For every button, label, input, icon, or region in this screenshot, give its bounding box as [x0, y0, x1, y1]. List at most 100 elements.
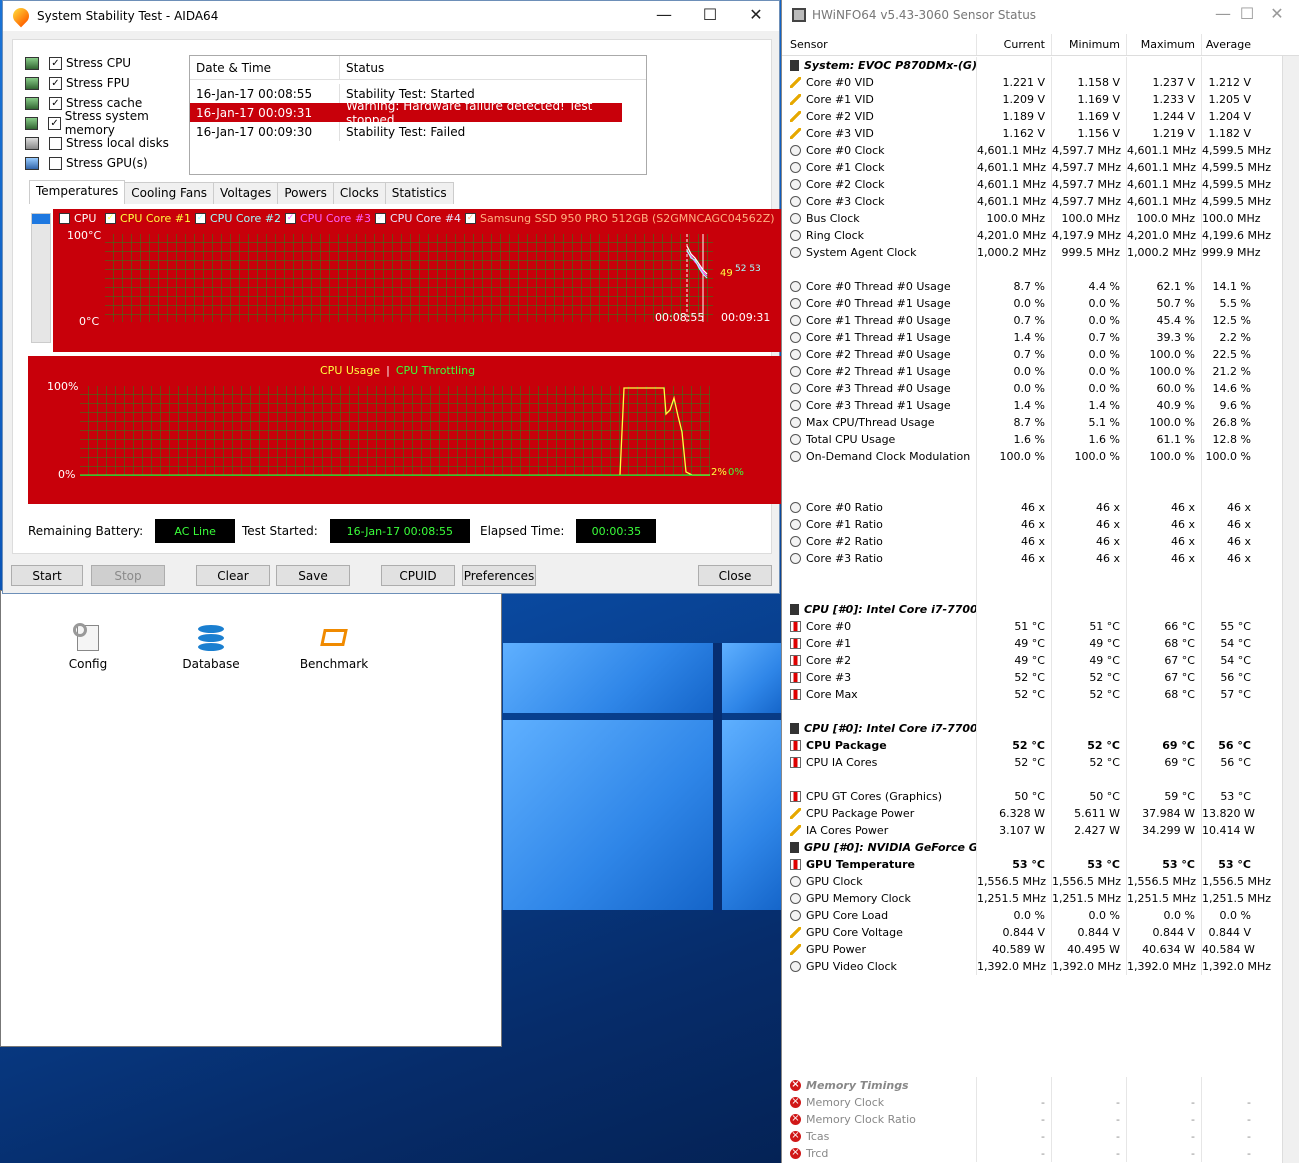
desktop-icon-benchmark[interactable]: Benchmark	[289, 623, 379, 671]
sensor-row[interactable]: Core #1 Thread #1 Usage 1.4 % 0.7 % 39.3 % 2…	[782, 329, 1299, 346]
legend-core4[interactable]: ✓ CPU Core #4	[375, 212, 461, 225]
clear-button[interactable]: Clear	[196, 565, 270, 586]
cpuid-button[interactable]: CPUID	[381, 565, 455, 586]
legend-ssd[interactable]: ✓ Samsung SSD 950 PRO 512GB (S2GMNCAGC045…	[465, 212, 775, 225]
checkbox[interactable]	[49, 156, 62, 170]
sensor-row[interactable]: GPU Core Voltage 0.844 V 0.844 V 0.844 V 0.8…	[782, 924, 1299, 941]
sensor-row[interactable]: On-Demand Clock Modulation 100.0 % 100.0 %…	[782, 448, 1299, 465]
sensor-row[interactable]: IA Cores Power 3.107 W 2.427 W 34.299 W 10.4…	[782, 822, 1299, 839]
preferences-button[interactable]: Preferences	[462, 565, 536, 586]
sensor-row[interactable]: Core #3 Ratio 46 x 46 x 46 x 46 x	[782, 550, 1299, 567]
legend-core1[interactable]: ✓ CPU Core #1	[105, 212, 191, 225]
sensor-row[interactable]: Core #2 Clock 4,601.1 MHz 4,597.7 MHz 4,601…	[782, 176, 1299, 193]
desktop-icon-config[interactable]: Config	[43, 623, 133, 671]
sensor-row[interactable]: Ring Clock 4,201.0 MHz 4,197.9 MHz 4,201.0 …	[782, 227, 1299, 244]
stress-cpu-option[interactable]: ✓ Stress CPU	[25, 54, 195, 72]
sensor-row[interactable]: Core #1 Clock 4,601.1 MHz 4,597.7 MHz 4,601…	[782, 159, 1299, 176]
col-current[interactable]: Current	[976, 34, 1051, 55]
tab-cooling-fans[interactable]: Cooling Fans	[124, 182, 215, 204]
legend-core3[interactable]: ✓ CPU Core #3	[285, 212, 371, 225]
checkbox[interactable]: ✓	[48, 116, 61, 130]
sensor-row[interactable]: Core #0 Clock 4,601.1 MHz 4,597.7 MHz 4,601…	[782, 142, 1299, 159]
sensor-row[interactable]: GPU Video Clock 1,392.0 MHz 1,392.0 MHz 1,3…	[782, 958, 1299, 975]
sensor-row[interactable]: Core #3 Thread #0 Usage 0.0 % 0.0 % 60.0 % 1…	[782, 380, 1299, 397]
sensor-row[interactable]: Core #2 Thread #1 Usage 0.0 % 0.0 % 100.0 %…	[782, 363, 1299, 380]
legend-cpu[interactable]: ✓ CPU	[59, 212, 96, 225]
stress-disks-option[interactable]: Stress local disks	[25, 134, 195, 152]
sensor-row[interactable]: Core #0 51 °C 51 °C 66 °C 55 °C	[782, 618, 1299, 635]
sensor-row[interactable]: Max CPU/Thread Usage 8.7 % 5.1 % 100.0 % 26.…	[782, 414, 1299, 431]
desktop-icon-database[interactable]: Database	[166, 623, 256, 671]
sensor-row[interactable]: GPU Temperature 53 °C 53 °C 53 °C 53 °C	[782, 856, 1299, 873]
sensor-row[interactable]: Core #3 52 °C 52 °C 67 °C 56 °C	[782, 669, 1299, 686]
stress-memory-option[interactable]: ✓ Stress system memory	[25, 109, 195, 137]
sensor-row[interactable]: GPU Core Load 0.0 % 0.0 % 0.0 % 0.0 %	[782, 907, 1299, 924]
sensor-row[interactable]: Tcas----	[782, 1128, 1299, 1145]
sensor-row[interactable]: Core #0 Ratio 46 x 46 x 46 x 46 x	[782, 499, 1299, 516]
checkbox[interactable]	[49, 136, 62, 150]
sensor-row[interactable]: Core #3 VID 1.162 V 1.156 V 1.219 V 1.182 V	[782, 125, 1299, 142]
sensor-row[interactable]: Core #3 Thread #1 Usage 1.4 % 1.4 % 40.9 % 9…	[782, 397, 1299, 414]
sensor-row[interactable]: GPU Memory Clock 1,251.5 MHz 1,251.5 MHz 1,…	[782, 890, 1299, 907]
sensor-row[interactable]: Core #3 Clock 4,601.1 MHz 4,597.7 MHz 4,601…	[782, 193, 1299, 210]
col-maximum[interactable]: Maximum	[1126, 34, 1201, 55]
tab-powers[interactable]: Powers	[277, 182, 334, 204]
log-row-selected[interactable]: 16-Jan-17 00:09:31 Warning: Hardware fai…	[190, 99, 622, 127]
start-button[interactable]: Start	[11, 565, 83, 586]
tab-temperatures[interactable]: Temperatures	[29, 180, 126, 204]
sensor-group-header[interactable]: CPU [#0]: Intel Core i7-7700K	[782, 720, 1299, 737]
sensor-row[interactable]: Core #2 49 °C 49 °C 67 °C 54 °C	[782, 652, 1299, 669]
col-average[interactable]: Average	[1201, 34, 1275, 55]
sensor-row[interactable]: Core #0 Thread #1 Usage 0.0 % 0.0 % 50.7 % 5…	[782, 295, 1299, 312]
sensor-row[interactable]: Trcd----	[782, 1145, 1299, 1162]
maximize-icon[interactable]: ☐	[687, 1, 733, 31]
sensor-row[interactable]: Total CPU Usage 1.6 % 1.6 % 61.1 % 12.8 %	[782, 431, 1299, 448]
log-row[interactable]: 16-Jan-17 00:09:30 Stability Test: Faile…	[190, 122, 646, 141]
sensor-row[interactable]: Core #2 VID 1.189 V 1.169 V 1.244 V 1.204 V	[782, 108, 1299, 125]
tab-voltages[interactable]: Voltages	[213, 182, 279, 204]
col-minimum[interactable]: Minimum	[1051, 34, 1126, 55]
sensor-row[interactable]: Core #1 VID 1.209 V 1.169 V 1.233 V 1.205 V	[782, 91, 1299, 108]
close-button[interactable]: Close	[698, 565, 772, 586]
sensor-row[interactable]: Memory Clock----	[782, 1094, 1299, 1111]
checkbox[interactable]: ✓	[49, 76, 62, 90]
close-icon[interactable]: ✕	[1254, 0, 1299, 30]
sensor-row[interactable]: GPU Power 40.589 W 40.495 W 40.634 W 40.584 …	[782, 941, 1299, 958]
status-log[interactable]: Date & Time Status 16-Jan-17 00:08:55 St…	[189, 55, 647, 175]
tab-clocks[interactable]: Clocks	[332, 182, 386, 204]
sensor-group-header[interactable]: System: EVOC P870DMx-(G)	[782, 57, 1299, 74]
sensor-group-header[interactable]: CPU [#0]: Intel Core i7-7700...	[782, 601, 1299, 618]
sensor-scrollbar[interactable]	[1282, 56, 1299, 1163]
sensor-row[interactable]: CPU Package 52 °C 52 °C 69 °C 56 °C	[782, 737, 1299, 754]
stress-fpu-option[interactable]: ✓ Stress FPU	[25, 74, 195, 92]
sensor-row[interactable]: CPU Package Power 6.328 W 5.611 W 37.984 W1…	[782, 805, 1299, 822]
col-status-header[interactable]: Status	[340, 56, 646, 79]
sensor-row[interactable]: CPU IA Cores 52 °C 52 °C 69 °C 56 °C	[782, 754, 1299, 771]
legend-core2[interactable]: ✓ CPU Core #2	[195, 212, 281, 225]
checkbox[interactable]: ✓	[49, 96, 62, 110]
stress-gpu-option[interactable]: Stress GPU(s)	[25, 154, 195, 172]
sensor-row[interactable]: Core #2 Thread #0 Usage 0.7 % 0.0 % 100.0 %…	[782, 346, 1299, 363]
checkbox[interactable]: ✓	[49, 56, 62, 70]
close-icon[interactable]: ✕	[733, 1, 779, 31]
minimize-icon[interactable]: —	[641, 1, 687, 31]
stop-button[interactable]: Stop	[91, 565, 165, 586]
sensor-row[interactable]: Core #0 Thread #0 Usage 8.7 % 4.4 % 62.1 % 1…	[782, 278, 1299, 295]
tab-statistics[interactable]: Statistics	[384, 182, 454, 204]
sensor-row[interactable]: Bus Clock 100.0 MHz 100.0 MHz 100.0 MHz 100.…	[782, 210, 1299, 227]
save-button[interactable]: Save	[276, 565, 350, 586]
sensor-row[interactable]: GPU Clock 1,556.5 MHz 1,556.5 MHz 1,556.5 M…	[782, 873, 1299, 890]
sensor-group-header[interactable]: Memory Timings	[782, 1077, 1299, 1094]
sensor-row[interactable]: Core #1 Thread #0 Usage 0.7 % 0.0 % 45.4 % 1…	[782, 312, 1299, 329]
sensor-row[interactable]: Memory Clock Ratio----	[782, 1111, 1299, 1128]
sensor-row[interactable]: Core #1 Ratio 46 x 46 x 46 x 46 x	[782, 516, 1299, 533]
sensor-row[interactable]: Core #2 Ratio 46 x 46 x 46 x 46 x	[782, 533, 1299, 550]
sensor-row[interactable]: Core #1 49 °C 49 °C 68 °C 54 °C	[782, 635, 1299, 652]
legend-scrollbar[interactable]	[31, 213, 51, 343]
col-date-header[interactable]: Date & Time	[190, 56, 340, 79]
sensor-row[interactable]: Core Max 52 °C 52 °C 68 °C 57 °C	[782, 686, 1299, 703]
sensor-row[interactable]: Core #0 VID 1.221 V 1.158 V 1.237 V 1.212 V	[782, 74, 1299, 91]
col-sensor[interactable]: Sensor	[782, 34, 976, 55]
sensor-row[interactable]: CPU GT Cores (Graphics) 50 °C 50 °C 59 °C 53…	[782, 788, 1299, 805]
sensor-row[interactable]: System Agent Clock 1,000.2 MHz 999.5 MHz 1,…	[782, 244, 1299, 261]
